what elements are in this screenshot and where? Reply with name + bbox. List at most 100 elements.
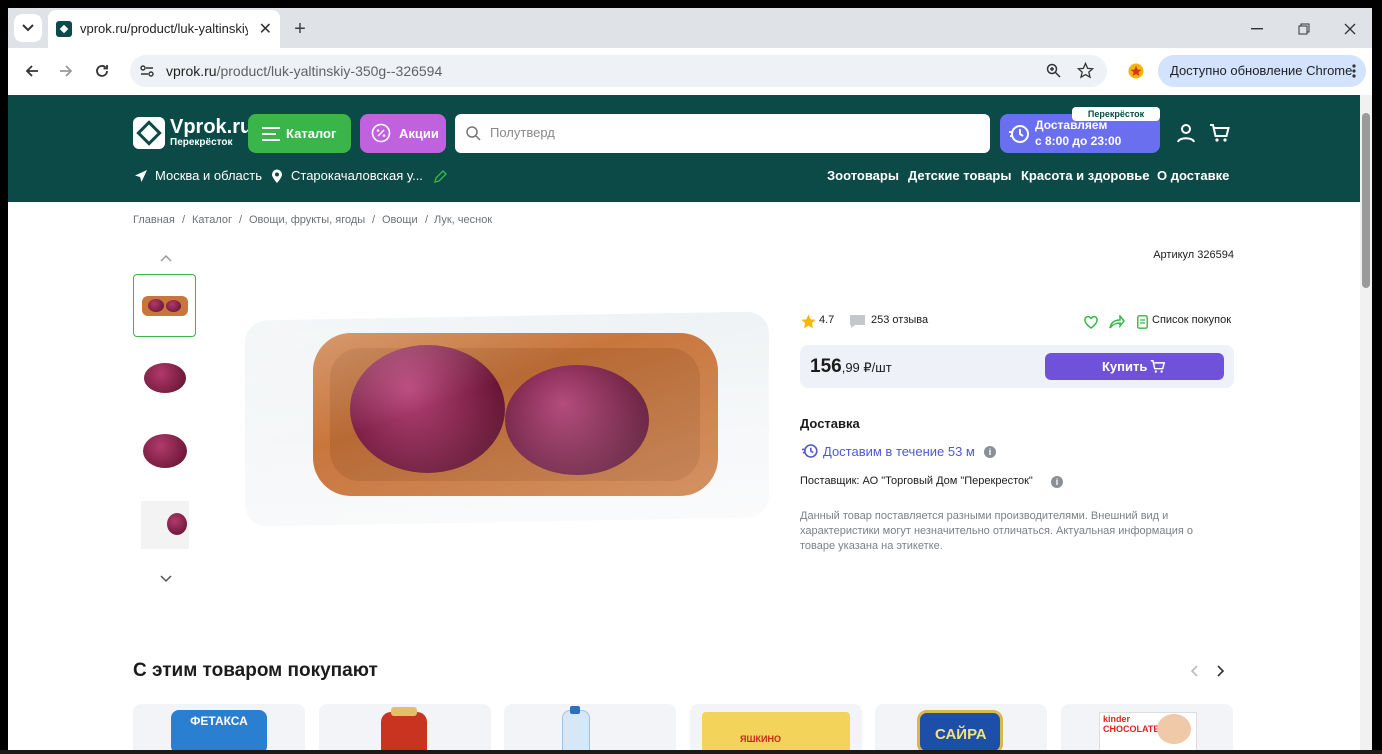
product-thumbnail[interactable] (133, 419, 196, 482)
buy-button[interactable]: Купить (1045, 353, 1224, 380)
location-arrow-icon (135, 170, 147, 182)
product-thumbnail[interactable] (133, 346, 196, 409)
shopping-list-link[interactable]: Список покупок (1152, 314, 1231, 326)
price-rest: ,99 ₽/шт (841, 360, 892, 375)
zoom-icon[interactable] (1046, 63, 1061, 78)
address-selector[interactable]: Старокачаловская у... (291, 168, 423, 183)
restore-button[interactable] (1292, 17, 1316, 41)
url-text: vprok.ru/product/luk-yaltinskiy-350g--32… (166, 63, 442, 79)
edit-pencil-icon[interactable] (434, 170, 447, 183)
catalog-label: Каталог (286, 126, 337, 141)
extension-star-icon (1128, 63, 1144, 79)
logo-subtitle: Перекрёсток (170, 137, 233, 148)
product-card-fetaksa[interactable]: ФЕТАКСА (133, 704, 305, 754)
share-icon[interactable] (1109, 315, 1125, 329)
minimize-button[interactable] (1245, 17, 1269, 41)
close-icon (1344, 23, 1356, 35)
card-label: kinder CHOCOLATE (1103, 714, 1160, 734)
comment-icon (850, 315, 865, 328)
forward-button[interactable] (54, 59, 78, 83)
carousel-prev-icon[interactable] (1190, 665, 1198, 677)
profile-button[interactable] (1174, 121, 1198, 145)
rating-star-icon (801, 314, 816, 329)
chevron-down-icon (22, 24, 34, 32)
promo-button[interactable]: Акции (360, 114, 446, 153)
kebab-menu-icon (1352, 64, 1356, 78)
window-frame-left (0, 0, 8, 754)
vprok-logo-icon[interactable] (133, 117, 165, 149)
site-settings-icon[interactable] (140, 64, 154, 78)
vprok-favicon-icon (56, 21, 72, 37)
logo-name[interactable]: Vprok.ru (170, 116, 252, 139)
hamburger-icon (262, 127, 280, 141)
region-selector[interactable]: Москва и область (155, 168, 262, 183)
info-icon[interactable]: i (984, 446, 996, 458)
clock-fast-icon (802, 444, 818, 458)
arrow-left-icon (25, 65, 38, 77)
product-card-saira[interactable]: САЙРА (875, 704, 1047, 754)
url-host: vprok.ru (166, 63, 217, 79)
search-input[interactable]: Полутверд (455, 114, 990, 153)
reload-icon (96, 65, 108, 77)
breadcrumb-catalog[interactable]: Каталог (192, 214, 232, 226)
product-card-kinder[interactable]: kinder CHOCOLATE (1061, 704, 1233, 754)
delivery-line2: с 8:00 до 23:00 (1035, 134, 1122, 148)
close-window-button[interactable] (1338, 17, 1362, 41)
arrow-right-icon (60, 65, 73, 77)
percent-badge-icon (371, 123, 391, 143)
nav-zootovary[interactable]: Зоотовары (827, 168, 899, 183)
product-thumbnail[interactable] (133, 493, 196, 556)
tab-close-icon[interactable]: ✕ (259, 19, 272, 39)
address-bar[interactable]: vprok.ru/product/luk-yaltinskiy-350g--32… (130, 55, 1107, 87)
nav-detskie-tovary[interactable]: Детские товары (908, 168, 1011, 183)
reviews-link[interactable]: 253 отзыва (871, 314, 928, 326)
breadcrumb-vegetables-fruits[interactable]: Овощи, фрукты, ягоды (249, 214, 365, 226)
product-image-film-gloss (245, 316, 769, 522)
card-label: ФЕТАКСА (190, 714, 248, 728)
minimize-icon (1251, 28, 1263, 30)
breadcrumb-separator: / (182, 214, 186, 226)
catalog-button[interactable]: Каталог (248, 114, 351, 153)
page-scrollbar[interactable] (1360, 95, 1372, 754)
delivery-time-link[interactable]: Доставим в течение 53 м (823, 444, 975, 459)
search-icon (466, 126, 481, 141)
breadcrumb-vegetables[interactable]: Овощи (382, 214, 418, 226)
breadcrumb-separator: / (425, 214, 429, 226)
window-frame-bottom (0, 750, 1382, 754)
thumbs-down-chevron-icon[interactable] (160, 575, 172, 583)
carousel-next-icon[interactable] (1217, 665, 1225, 677)
window-frame-right (1372, 0, 1382, 754)
update-label: Доступно обновление Chrome (1170, 63, 1353, 78)
delivery-heading: Доставка (800, 416, 860, 431)
shopping-list-icon (1137, 315, 1148, 329)
browser-tab[interactable]: vprok.ru/product/luk-yaltinskiy- ✕ (48, 10, 280, 48)
breadcrumb-onion-garlic[interactable]: Лук, чеснок (434, 214, 492, 226)
product-card-jar[interactable] (319, 704, 491, 754)
product-card-water[interactable] (504, 704, 676, 754)
breadcrumb-home[interactable]: Главная (133, 214, 175, 226)
chrome-update-button[interactable]: Доступно обновление Chrome (1158, 55, 1366, 87)
related-section-title: С этим товаром покупают (133, 660, 378, 681)
price-main: 156 (810, 356, 842, 377)
price: 156,99 ₽/шт (810, 356, 892, 378)
buy-label: Купить (1102, 359, 1148, 374)
restore-icon (1298, 23, 1310, 35)
nav-krasota[interactable]: Красота и здоровье (1021, 168, 1150, 183)
scrollbar-thumb[interactable] (1362, 113, 1370, 288)
reload-button[interactable] (90, 59, 114, 83)
product-thumbnail[interactable] (133, 274, 196, 337)
thumbs-up-chevron-icon[interactable] (160, 254, 172, 262)
url-path: /product/luk-yaltinskiy-350g--326594 (216, 63, 443, 79)
info-icon[interactable]: i (1051, 476, 1063, 488)
back-button[interactable] (20, 59, 44, 83)
product-sku: Артикул 326594 (1153, 249, 1234, 261)
cart-button[interactable] (1208, 121, 1232, 145)
new-tab-button[interactable]: + (288, 17, 312, 41)
tab-search-button[interactable] (14, 14, 42, 42)
extension-button[interactable] (1124, 59, 1148, 83)
supplier: Поставщик: АО "Торговый Дом "Перекресток… (800, 475, 1033, 487)
product-card-yashkino[interactable]: ЯШКИНО (690, 704, 862, 754)
nav-o-dostavke[interactable]: О доставке (1157, 168, 1229, 183)
bookmark-star-icon[interactable] (1077, 62, 1094, 79)
heart-icon[interactable] (1084, 316, 1098, 329)
